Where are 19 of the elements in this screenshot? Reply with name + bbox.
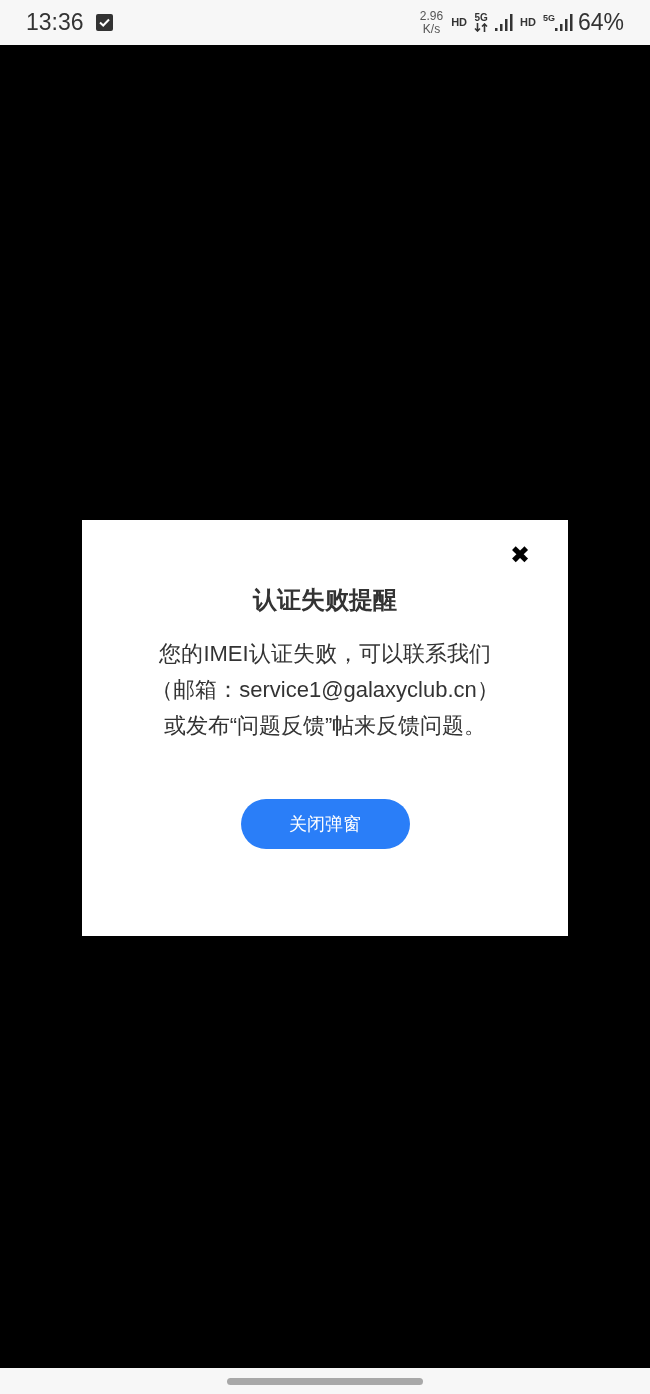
network-type-label: HD <box>520 15 536 31</box>
speed-unit: K/s <box>422 22 441 36</box>
signal-icon <box>554 14 573 31</box>
signal-icon <box>495 14 514 31</box>
dialog-title: 认证失败提醒 <box>253 585 397 615</box>
message-line: 或发布“问题反馈”帖来反馈问题。 <box>163 712 487 740</box>
clock: 13:36 <box>26 8 84 38</box>
message-line: 您的IMEI认证失败，可以联系我们 <box>159 640 491 668</box>
battery-percentage: 64% <box>577 8 624 38</box>
network-type-label: 5G <box>542 14 555 23</box>
close-popup-button[interactable]: 关闭弹窗 <box>240 799 410 849</box>
network-type-label: 5G <box>474 13 488 23</box>
network-type-label: HD <box>451 15 468 31</box>
checkbox-icon <box>95 14 113 31</box>
network-speed: 2.96 <box>419 9 444 23</box>
home-handle[interactable] <box>227 1377 423 1385</box>
data-arrows-icon <box>474 23 489 32</box>
message-line: （邮箱：service1@galaxyclub.cn） <box>151 676 499 704</box>
close-button[interactable]: ✖ <box>509 542 530 568</box>
